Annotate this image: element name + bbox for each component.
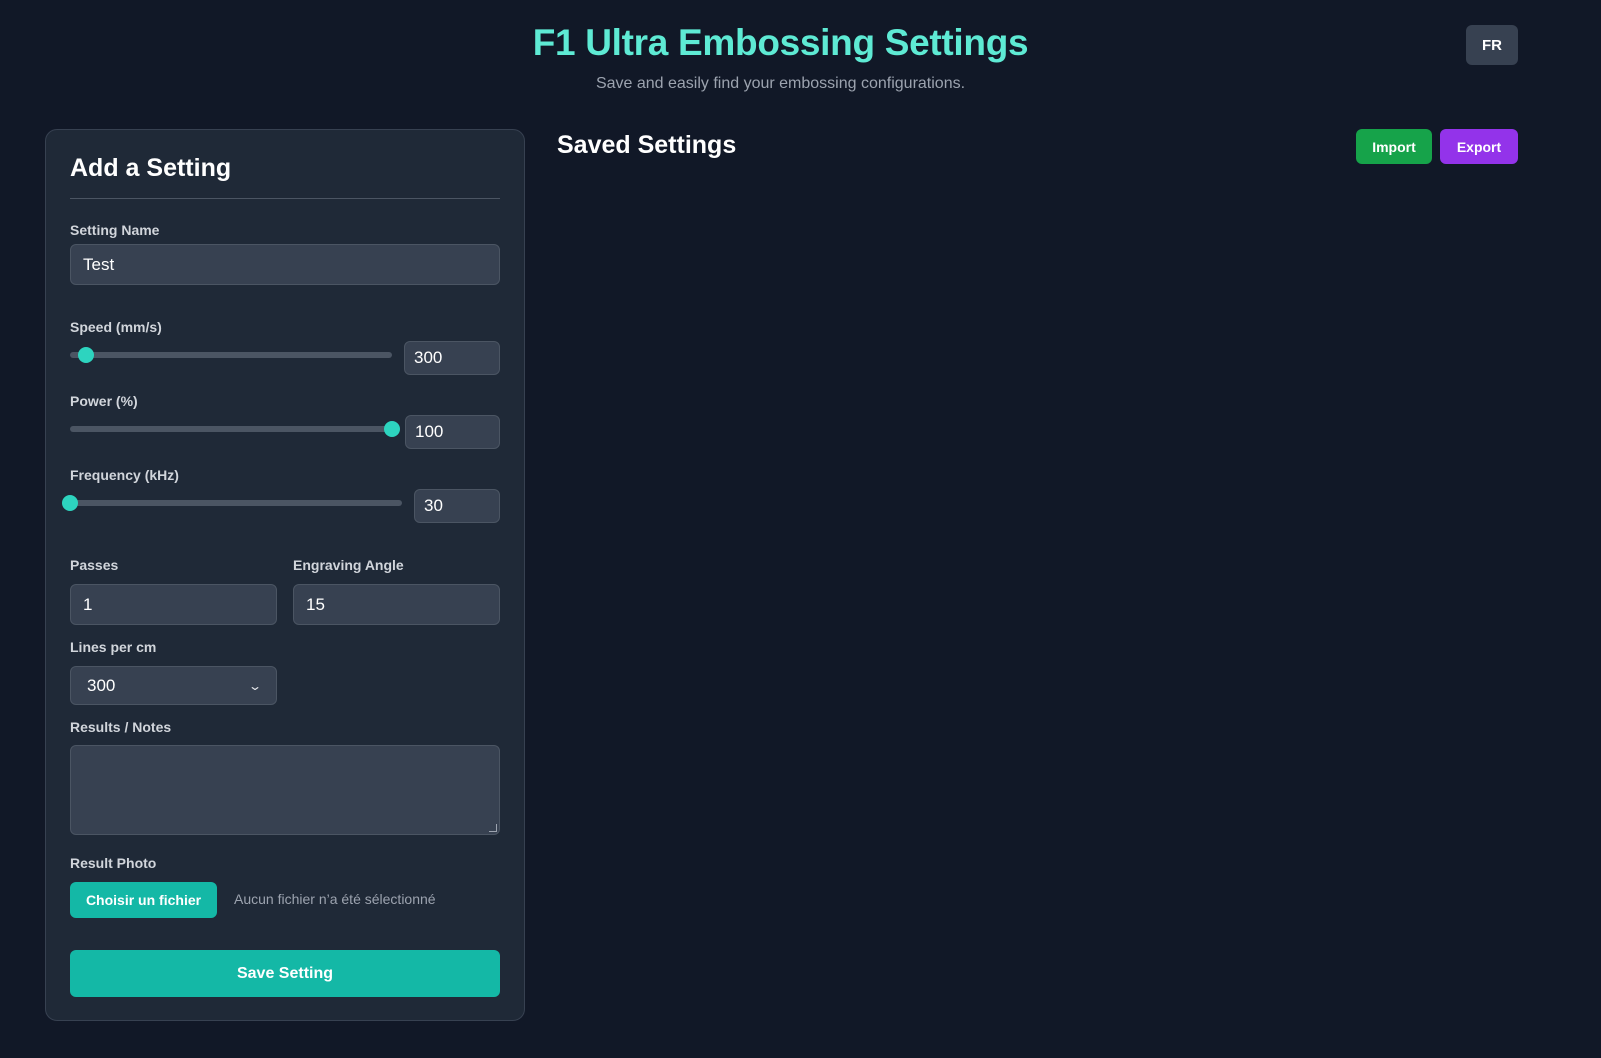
passes-input[interactable]: 1 — [70, 584, 277, 625]
panel-divider — [70, 198, 500, 199]
chevron-down-icon: ⌄ — [247, 678, 263, 693]
notes-label: Results / Notes — [70, 719, 172, 735]
engraving-angle-label: Engraving Angle — [293, 557, 404, 573]
speed-label: Speed (mm/s) — [70, 319, 162, 335]
language-toggle-button[interactable]: FR — [1466, 25, 1518, 65]
power-number-input[interactable]: 100 — [405, 415, 500, 449]
passes-label: Passes — [70, 557, 119, 573]
engraving-angle-input[interactable]: 15 — [293, 584, 500, 625]
lines-per-cm-select[interactable]: 300 ⌄ — [70, 666, 277, 705]
frequency-number-input[interactable]: 30 — [414, 489, 500, 523]
result-photo-label: Result Photo — [70, 855, 157, 871]
saved-settings-title: Saved Settings — [557, 131, 737, 159]
lines-per-cm-label: Lines per cm — [70, 639, 157, 655]
resize-grip-icon[interactable] — [489, 824, 497, 832]
setting-name-input[interactable]: Test — [70, 244, 500, 285]
file-status-text: Aucun fichier n’a été sélectionné — [234, 891, 436, 907]
export-button[interactable]: Export — [1440, 129, 1518, 164]
frequency-slider[interactable] — [62, 495, 402, 511]
power-slider[interactable] — [70, 421, 400, 437]
setting-name-label: Setting Name — [70, 222, 160, 238]
page-title: F1 Ultra Embossing Settings — [532, 22, 1029, 63]
notes-textarea[interactable] — [70, 745, 500, 835]
page-subtitle: Save and easily find your embossing conf… — [595, 75, 966, 92]
power-label: Power (%) — [70, 393, 138, 409]
add-setting-title: Add a Setting — [70, 154, 232, 182]
add-setting-panel: Add a Setting Setting Name Test Speed (m… — [45, 129, 525, 1021]
lines-per-cm-value: 300 — [87, 675, 116, 695]
speed-slider[interactable] — [70, 347, 392, 363]
frequency-slider-thumb[interactable] — [62, 495, 78, 511]
choose-file-button[interactable]: Choisir un fichier — [70, 882, 217, 918]
import-button[interactable]: Import — [1356, 129, 1432, 164]
speed-slider-thumb[interactable] — [78, 347, 95, 363]
frequency-label: Frequency (kHz) — [70, 467, 179, 483]
save-setting-button[interactable]: Save Setting — [70, 950, 500, 997]
power-slider-thumb[interactable] — [384, 421, 400, 437]
speed-number-input[interactable]: 300 — [404, 341, 500, 375]
